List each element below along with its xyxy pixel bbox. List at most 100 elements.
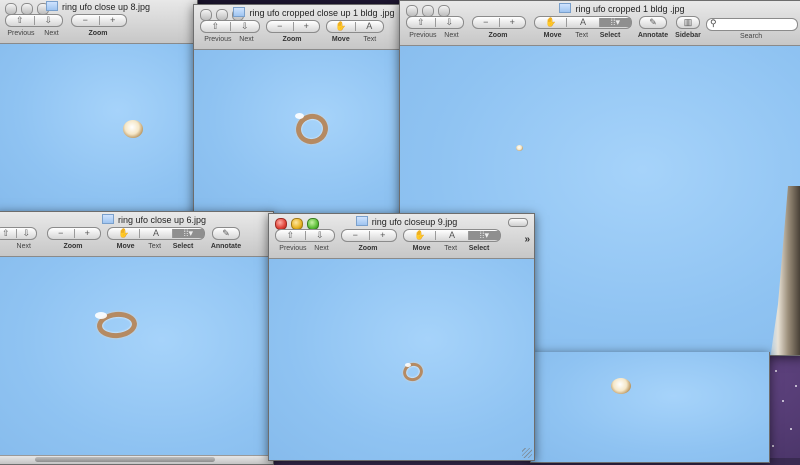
- preview-window-close-up-8[interactable]: ring ufo close up 8.jpg ⇧ ⇩ Previous Nex…: [0, 0, 198, 212]
- up-arrow-icon[interactable]: ⇧: [6, 16, 34, 25]
- hand-icon[interactable]: ✋: [108, 229, 139, 238]
- down-arrow-icon[interactable]: ⇩: [304, 231, 335, 240]
- annotate-group: ✎ Annotate: [209, 227, 243, 250]
- down-arrow-icon[interactable]: ⇩: [434, 18, 464, 27]
- image-view: [0, 44, 197, 211]
- annotate-group: ✎ Annotate: [636, 16, 670, 39]
- next-label: Next: [239, 36, 254, 43]
- star: [795, 385, 797, 387]
- minus-icon[interactable]: −: [342, 231, 369, 240]
- up-arrow-icon[interactable]: ⇧: [0, 229, 16, 238]
- selection-grid-icon[interactable]: ⁞⁞▾: [467, 231, 500, 240]
- previous-label: Previous: [204, 36, 232, 43]
- plus-icon[interactable]: +: [98, 16, 127, 25]
- next-label: Next: [314, 245, 329, 252]
- sidebar-group: ▥ Sidebar: [674, 16, 702, 39]
- ufo-highlight: [405, 363, 411, 367]
- star: [790, 428, 792, 430]
- zoom-label: Zoom: [358, 245, 378, 252]
- ufo-highlight: [95, 312, 107, 319]
- pencil-icon: ✎: [649, 17, 657, 27]
- annotate-button[interactable]: ✎: [212, 227, 240, 240]
- selection-grid-icon[interactable]: ⁞⁞▾: [171, 229, 204, 238]
- previous-next-group: ⇧ ⇩ Next: [0, 227, 37, 250]
- zoom-label: Zoom: [63, 243, 83, 250]
- minus-icon[interactable]: −: [48, 229, 74, 238]
- search-input[interactable]: ⚲: [706, 18, 798, 31]
- up-arrow-icon[interactable]: ⇧: [407, 18, 435, 27]
- text-cursor-icon[interactable]: A: [566, 18, 598, 27]
- preview-window-cropped-close-up-1-bldg[interactable]: ring ufo cropped close up 1 bldg .jpg ⇧ …: [193, 4, 405, 220]
- resize-handle[interactable]: [522, 448, 532, 458]
- sidebar-icon: ▥: [683, 17, 693, 27]
- previous-next-group: ⇧ ⇩ Previous Next: [275, 229, 335, 252]
- window-title: ring ufo closeup 9.jpg: [279, 216, 534, 227]
- preview-window-background[interactable]: [530, 352, 770, 463]
- plus-icon[interactable]: +: [292, 22, 320, 31]
- zoom-label: Zoom: [88, 30, 108, 37]
- next-label: Next: [444, 32, 459, 39]
- move-text-select-group: ✋ A ⁞⁞▾ Move Text Select: [534, 16, 632, 39]
- ufo-object: [123, 120, 143, 138]
- preview-window-closeup-9[interactable]: ring ufo closeup 9.jpg ⇧ ⇩ Previous Next…: [268, 213, 535, 461]
- window-toolbar: ring ufo closeup 9.jpg ⇧ ⇩ Previous Next…: [269, 214, 534, 259]
- zoom-group: − + Zoom: [341, 229, 397, 252]
- move-text-select-group: ✋ A ⁞⁞▾ Move Text Select: [107, 227, 205, 250]
- document-icon: [233, 7, 246, 17]
- text-cursor-icon[interactable]: A: [354, 22, 384, 31]
- down-arrow-icon[interactable]: ⇩: [15, 229, 37, 238]
- hand-icon[interactable]: ✋: [535, 18, 566, 27]
- zoom-group: − + Zoom: [71, 14, 127, 37]
- window-title: ring ufo close up 6.jpg: [35, 214, 273, 225]
- toolbar-overflow-button[interactable]: »: [524, 234, 530, 245]
- minus-icon[interactable]: −: [267, 22, 293, 31]
- text-label: Text: [363, 36, 377, 43]
- preview-window-close-up-6[interactable]: ring ufo close up 6.jpg ⇧ ⇩ Next − + Zoo…: [0, 211, 274, 465]
- document-icon: [355, 216, 368, 226]
- star: [782, 400, 784, 402]
- minus-icon[interactable]: −: [72, 16, 99, 25]
- select-label: Select: [599, 32, 621, 39]
- ufo-highlight: [295, 113, 304, 119]
- move-label: Move: [116, 243, 135, 250]
- text-cursor-icon[interactable]: A: [435, 231, 467, 240]
- plus-icon[interactable]: +: [368, 231, 397, 240]
- annotate-button[interactable]: ✎: [639, 16, 667, 29]
- image-view: [0, 257, 273, 464]
- zoom-group: − + Zoom: [47, 227, 101, 250]
- up-arrow-icon[interactable]: ⇧: [201, 22, 230, 31]
- star: [772, 445, 774, 447]
- annotate-label: Annotate: [210, 243, 242, 250]
- move-label: Move: [412, 245, 431, 252]
- window-toolbar: ring ufo cropped 1 bldg .jpg ⇧ ⇩ Previou…: [400, 1, 800, 46]
- plus-icon[interactable]: +: [73, 229, 101, 238]
- up-arrow-icon[interactable]: ⇧: [276, 231, 305, 240]
- previous-label: Previous: [279, 245, 307, 252]
- previous-next-group: ⇧ ⇩ Previous Next: [406, 16, 464, 39]
- text-label: Text: [148, 243, 162, 250]
- window-toolbar: ring ufo close up 8.jpg ⇧ ⇩ Previous Nex…: [0, 0, 197, 44]
- curtain-edge: [764, 186, 800, 355]
- next-label: Next: [44, 30, 59, 37]
- hand-icon[interactable]: ✋: [404, 231, 435, 240]
- previous-next-group: ⇧ ⇩ Previous Next: [5, 14, 63, 37]
- down-arrow-icon[interactable]: ⇩: [229, 22, 260, 31]
- move-text-group: ✋ A Move Text: [326, 20, 384, 43]
- hand-icon[interactable]: ✋: [327, 22, 355, 31]
- horizontal-scrollbar[interactable]: [0, 455, 273, 464]
- minus-icon[interactable]: −: [473, 18, 499, 27]
- previous-next-group: ⇧ ⇩ Previous Next: [200, 20, 260, 43]
- sidebar-button[interactable]: ▥: [676, 16, 700, 29]
- text-cursor-icon[interactable]: A: [139, 229, 171, 238]
- toolbar-toggle-button[interactable]: [508, 218, 528, 227]
- search-icon: ⚲: [710, 18, 717, 28]
- previous-label: Previous: [7, 30, 35, 37]
- selection-grid-icon[interactable]: ⁞⁞▾: [598, 18, 631, 27]
- previous-label: Previous: [409, 32, 437, 39]
- down-arrow-icon[interactable]: ⇩: [33, 16, 63, 25]
- plus-icon[interactable]: +: [498, 18, 526, 27]
- next-label: Next: [16, 243, 31, 250]
- zoom-group: − + Zoom: [472, 16, 526, 39]
- text-label: Text: [444, 245, 458, 252]
- star: [775, 370, 777, 372]
